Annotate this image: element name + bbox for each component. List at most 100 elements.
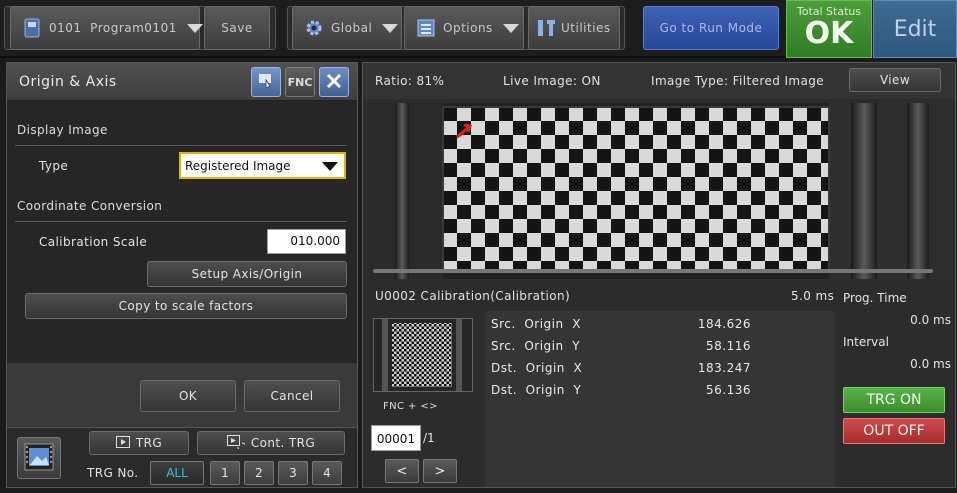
fnc-label: FNC: [287, 75, 313, 89]
result-value: 184.626: [697, 317, 751, 331]
save-button[interactable]: Save: [204, 6, 270, 50]
out-off-button[interactable]: OUT OFF: [843, 418, 945, 444]
save-label: Save: [221, 21, 253, 35]
image-type-text: Image Type: Filtered Image: [651, 74, 825, 88]
thumbnail-checkerboard: [374, 319, 472, 391]
setup-axis-origin-button[interactable]: Setup Axis/Origin: [147, 261, 347, 287]
hand-pointer-icon: [257, 72, 275, 93]
checklist-icon: [415, 17, 437, 39]
film-image-icon: [24, 443, 54, 474]
type-select[interactable]: Registered Image: [179, 152, 346, 179]
camera-image-button[interactable]: [17, 437, 61, 479]
calibration-scale-label: Calibration Scale: [39, 235, 148, 249]
edit-label: Edit: [893, 16, 937, 42]
edit-mode-button[interactable]: Edit: [873, 0, 957, 58]
program-selector[interactable]: 0101 Program0101: [10, 6, 203, 50]
program-label: 0101 Program0101: [49, 21, 177, 35]
utilities-label: Utilities: [561, 21, 611, 35]
interval-value: 0.0 ms: [910, 357, 951, 371]
cancel-label: Cancel: [270, 389, 314, 403]
copy-to-scale-factors-button[interactable]: Copy to scale factors: [25, 293, 347, 319]
image-scrollbar[interactable]: [373, 269, 933, 273]
view-label: View: [879, 73, 911, 87]
options-label: Options: [443, 21, 493, 35]
interval-label: Interval: [843, 335, 889, 349]
unit-time: 5.0 ms: [791, 289, 835, 303]
setup-axis-origin-label: Setup Axis/Origin: [191, 267, 303, 281]
display-image-heading: Display Image: [17, 123, 108, 137]
ok-button[interactable]: OK: [140, 380, 236, 412]
panel-title: Origin & Axis: [19, 74, 117, 90]
view-button[interactable]: View: [849, 68, 941, 92]
dropdown-arrow-icon: [322, 162, 338, 171]
chevron-down-icon: [382, 23, 399, 33]
chevron-down-icon: [186, 23, 203, 33]
type-label: Type: [39, 159, 69, 173]
touch-help-button[interactable]: [251, 67, 281, 97]
next-frame-button[interactable]: >: [423, 459, 457, 483]
thumbnail-image[interactable]: [373, 318, 473, 392]
coordinate-conversion-heading: Coordinate Conversion: [17, 199, 163, 213]
trg-on-label: TRG ON: [866, 392, 922, 408]
fnc-hint: FNC + <>: [383, 401, 438, 412]
divider: [15, 145, 347, 146]
result-value: 56.136: [706, 383, 751, 397]
trg-label: TRG: [135, 436, 163, 450]
type-select-value: Registered Image: [185, 158, 291, 173]
checkerboard-image: [367, 103, 951, 279]
origin-axis-panel: Origin & Axis FNC Display Image Type Coo…: [6, 62, 358, 488]
trg-on-button[interactable]: TRG ON: [843, 387, 945, 413]
options-button[interactable]: Options: [404, 6, 524, 50]
trg-no-label: TRG No.: [87, 466, 139, 480]
total-status-indicator: Total Status OK: [786, 0, 872, 58]
run-mode-label: Go to Run Mode: [659, 21, 763, 35]
result-key: Src. Origin Y: [491, 339, 581, 353]
prev-label: <: [396, 463, 408, 479]
result-value: 183.247: [697, 361, 751, 375]
chevron-down-icon: [502, 23, 519, 33]
prog-time-value: 0.0 ms: [910, 313, 951, 327]
trg-no-2[interactable]: 2: [244, 461, 274, 485]
divider: [15, 221, 347, 222]
gear-icon: [303, 17, 325, 39]
fnc-button[interactable]: FNC: [285, 67, 315, 97]
result-key: Src. Origin X: [491, 317, 581, 331]
global-button[interactable]: Global: [292, 6, 402, 50]
cont-trg-label: Cont. TRG: [250, 436, 316, 450]
image-info-bar: Ratio: 81% Live Image: ON Image Type: Fi…: [363, 63, 955, 99]
trg-no-3[interactable]: 3: [278, 461, 308, 485]
calibration-scale-input[interactable]: 010.000: [267, 229, 346, 254]
image-display-panel: Ratio: 81% Live Image: ON Image Type: Fi…: [362, 62, 956, 488]
play-icon: [115, 435, 130, 451]
out-off-label: OUT OFF: [863, 423, 925, 439]
unit-title: U0002 Calibration(Calibration): [375, 289, 571, 303]
global-label: Global: [331, 21, 373, 35]
camera-image[interactable]: [367, 103, 951, 279]
top-toolbar: 0101 Program0101 Save Global Options Uti…: [0, 0, 957, 58]
result-key: Dst. Origin X: [491, 361, 583, 375]
prev-frame-button[interactable]: <: [385, 459, 419, 483]
continuous-trg-button[interactable]: Cont. TRG: [197, 431, 345, 455]
go-to-run-mode-button[interactable]: Go to Run Mode: [643, 6, 779, 50]
prog-time-label: Prog. Time: [843, 291, 907, 305]
frame-total: /1: [423, 431, 435, 445]
panel-header: Origin & Axis FNC: [7, 63, 357, 101]
next-label: >: [434, 463, 446, 479]
total-status-value: OK: [804, 16, 854, 51]
ok-label: OK: [178, 389, 198, 403]
cancel-button[interactable]: Cancel: [244, 380, 340, 412]
continuous-play-icon: [226, 434, 247, 452]
utilities-button[interactable]: Utilities: [528, 6, 620, 50]
program-icon: [21, 17, 43, 39]
ratio-text: Ratio: 81%: [375, 74, 445, 88]
trg-no-1[interactable]: 1: [210, 461, 240, 485]
copy-to-scale-factors-label: Copy to scale factors: [118, 299, 254, 313]
trg-no-all[interactable]: ALL: [150, 461, 204, 485]
trg-no-4[interactable]: 4: [312, 461, 342, 485]
result-key: Dst. Origin Y: [491, 383, 582, 397]
trg-button[interactable]: TRG: [89, 431, 189, 455]
frame-number-input[interactable]: 00001: [371, 425, 421, 451]
close-button[interactable]: [319, 67, 349, 97]
result-table: Src. Origin X 184.626 Src. Origin Y 58.1…: [485, 311, 835, 487]
tools-icon: [535, 17, 557, 39]
